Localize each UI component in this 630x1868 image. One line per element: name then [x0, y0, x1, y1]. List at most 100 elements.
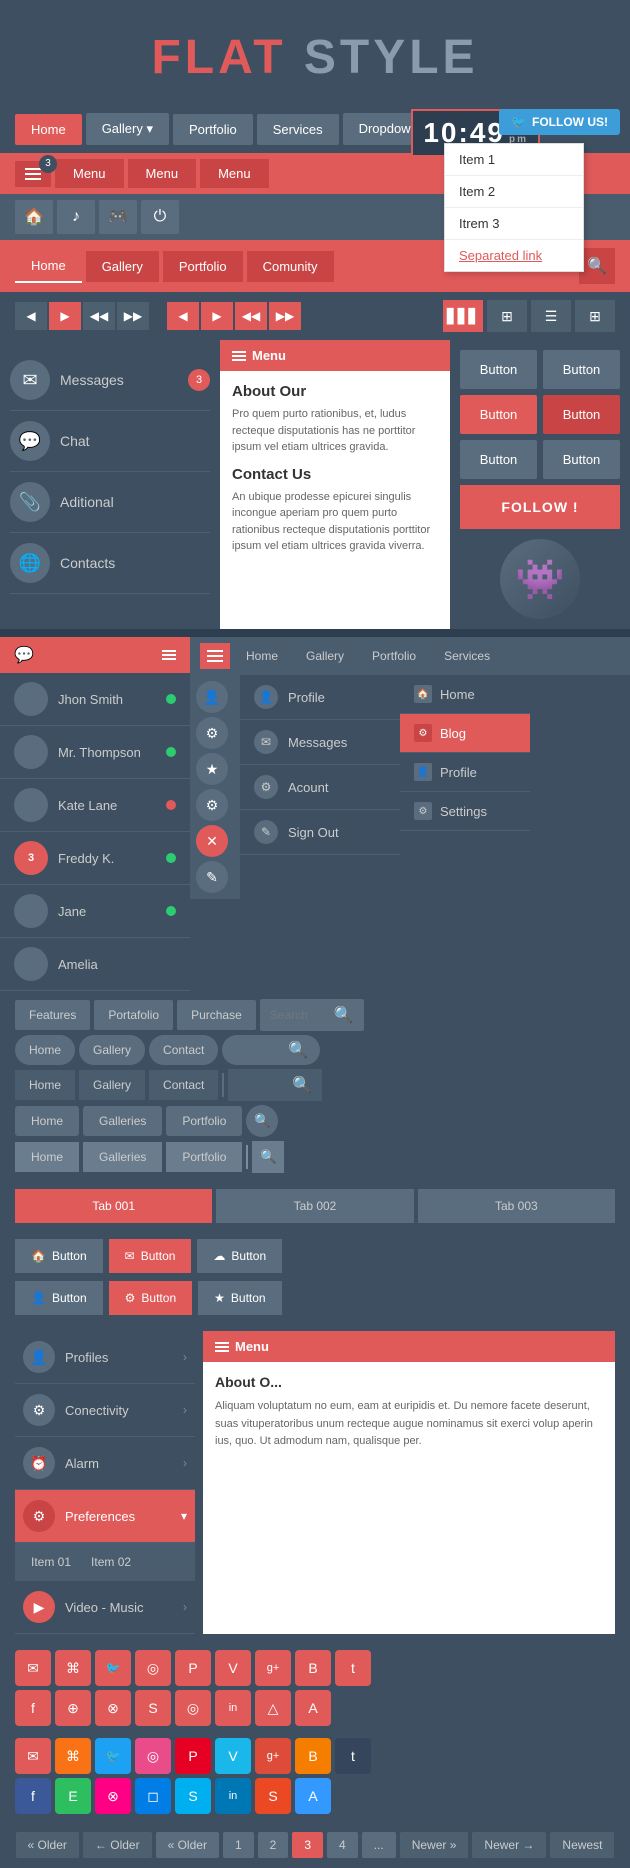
page-2[interactable]: 2 — [258, 1832, 289, 1858]
dropdown-item1[interactable]: Item 1 — [445, 144, 583, 176]
prev2-btn[interactable]: ◀ — [167, 302, 199, 330]
social-dribbble-1[interactable]: ◎ — [135, 1650, 171, 1686]
social-c-rss[interactable]: ⌘ — [55, 1738, 91, 1774]
chat-item-6[interactable]: Amelia — [0, 938, 190, 991]
nav4-home-btn[interactable]: Home — [15, 250, 82, 283]
side-menu-profile[interactable]: 👤 Profile — [400, 753, 530, 792]
side-menu-blog[interactable]: ⚙ Blog — [400, 714, 530, 753]
home-btn-r4[interactable]: Home — [15, 1106, 79, 1136]
social-linkedin-1[interactable]: in — [215, 1690, 251, 1726]
social-dropbox-1[interactable]: S — [135, 1690, 171, 1726]
dropdown-item3[interactable]: Itrem 3 — [445, 208, 583, 240]
icon-btn-settings-5[interactable]: ⚙ Button — [109, 1281, 192, 1315]
music-icon-btn[interactable]: ♪ — [57, 200, 95, 234]
chat-item-5[interactable]: Jane — [0, 885, 190, 938]
nav-services-btn[interactable]: Services — [257, 114, 339, 145]
tab-001[interactable]: Tab 001 — [15, 1189, 212, 1223]
page-newest[interactable]: Newest — [550, 1832, 614, 1858]
settings-alarm[interactable]: ⏰ Alarm › — [15, 1437, 195, 1490]
icon-btn-star-6[interactable]: ★ Button — [198, 1281, 281, 1315]
social-c-gplus[interactable]: g+ — [255, 1738, 291, 1774]
social-c-delicious[interactable]: A — [295, 1778, 331, 1814]
grid-view-btn[interactable]: ⊞ — [487, 300, 527, 332]
galleries-btn-r4[interactable]: Galleries — [83, 1106, 162, 1136]
button-6[interactable]: Button — [543, 440, 620, 479]
social-del-1[interactable]: A — [295, 1690, 331, 1726]
social-blogger-1[interactable]: B — [295, 1650, 331, 1686]
gallery-btn-r2[interactable]: Gallery — [79, 1035, 145, 1065]
nav-portfolio-btn[interactable]: Portfolio — [173, 114, 253, 145]
search-input-3[interactable] — [238, 1078, 288, 1092]
tab-003[interactable]: Tab 003 — [418, 1189, 615, 1223]
nav-gallery-btn2[interactable]: Gallery — [294, 643, 356, 669]
chat-item-4[interactable]: 3 Freddy K. — [0, 832, 190, 885]
home-btn-r2[interactable]: Home — [15, 1035, 75, 1065]
social-email-1[interactable]: ✉ — [15, 1650, 51, 1686]
tab-002[interactable]: Tab 002 — [216, 1189, 413, 1223]
page-newer1[interactable]: Newer » — [400, 1832, 469, 1858]
button-5[interactable]: Button — [460, 440, 537, 479]
social-f-1[interactable]: f — [15, 1690, 51, 1726]
nav-home-btn[interactable]: Home — [15, 114, 82, 145]
chat-item-1[interactable]: Jhon Smith — [0, 673, 190, 726]
account-item[interactable]: ⚙ Acount — [240, 765, 400, 810]
dropdown-separated[interactable]: Separated link — [445, 240, 583, 271]
nav4-community-btn[interactable]: Comunity — [247, 251, 334, 282]
contact-btn-r2[interactable]: Contact — [149, 1035, 218, 1065]
follow-button[interactable]: FOLLOW ! — [460, 485, 620, 529]
social-c-facebook[interactable]: f — [15, 1778, 51, 1814]
button-1[interactable]: Button — [460, 350, 537, 389]
icon-btn-mail-2[interactable]: ✉ Button — [109, 1239, 192, 1273]
profile-item[interactable]: 👤 Profile — [240, 675, 400, 720]
chat-item-3[interactable]: Kate Lane — [0, 779, 190, 832]
twitter-widget[interactable]: 🐦 FOLLOW US! — [499, 109, 620, 135]
social-flickr-1[interactable]: ⊗ — [95, 1690, 131, 1726]
prev-btn[interactable]: ◀ — [15, 302, 47, 330]
portfolio-btn-r5[interactable]: Portfolio — [166, 1142, 242, 1172]
chat-item-2[interactable]: Mr. Thompson — [0, 726, 190, 779]
social-evernote-1[interactable]: ⊕ — [55, 1690, 91, 1726]
side-menu-home[interactable]: 🏠 Home — [400, 675, 530, 714]
home-icon-btn[interactable]: 🏠 — [15, 200, 53, 234]
skip-next-btn[interactable]: ▶▶ — [117, 302, 149, 330]
social-c-tumblr[interactable]: t — [335, 1738, 371, 1774]
social-c-email[interactable]: ✉ — [15, 1738, 51, 1774]
social-tumblr-1[interactable]: t — [335, 1650, 371, 1686]
tile-view-btn[interactable]: ⊞ — [575, 300, 615, 332]
home-btn-r5[interactable]: Home — [15, 1142, 79, 1172]
social-su-1[interactable]: △ — [255, 1690, 291, 1726]
button-4[interactable]: Button — [543, 395, 620, 434]
social-c-blogger[interactable]: B — [295, 1738, 331, 1774]
social-c-flickr[interactable]: ⊗ — [95, 1778, 131, 1814]
page-1[interactable]: 1 — [223, 1832, 254, 1858]
page-older2[interactable]: ← Older — [83, 1832, 152, 1858]
skip-prev2-btn[interactable]: ◀◀ — [235, 302, 267, 330]
portfolio-btn-r4[interactable]: Portfolio — [166, 1106, 242, 1136]
button-2[interactable]: Button — [543, 350, 620, 389]
contact-btn-r3[interactable]: Contact — [149, 1070, 218, 1100]
social-c-dribbble[interactable]: ◎ — [135, 1738, 171, 1774]
social-c-vimeo[interactable]: V — [215, 1738, 251, 1774]
nav4-gallery-btn[interactable]: Gallery — [86, 251, 159, 282]
social-pinterest-1[interactable]: P — [175, 1650, 211, 1686]
nav-portfolio-btn2[interactable]: Portfolio — [360, 643, 428, 669]
purchase-btn[interactable]: Purchase — [177, 1000, 256, 1030]
social-skype-1[interactable]: ◎ — [175, 1690, 211, 1726]
settings-preferences[interactable]: ⚙ Preferences ▾ — [15, 1490, 195, 1543]
nav-home-btn2[interactable]: Home — [234, 643, 290, 669]
social-twitter-1[interactable]: 🐦 — [95, 1650, 131, 1686]
settings-connectivity[interactable]: ⚙ Conectivity › — [15, 1384, 195, 1437]
menu-btn-3[interactable]: Menu — [200, 159, 269, 188]
search-btn-r5[interactable]: 🔍 — [252, 1141, 284, 1173]
power-icon-btn[interactable]: ⏻ — [141, 200, 179, 234]
page-3[interactable]: 3 — [292, 1832, 323, 1858]
skip-prev-btn[interactable]: ◀◀ — [83, 302, 115, 330]
social-vimeo-1[interactable]: V — [215, 1650, 251, 1686]
pref-item02[interactable]: Item 02 — [91, 1555, 131, 1569]
side-menu-settings[interactable]: ⚙ Settings — [400, 792, 530, 831]
social-c-dropbox[interactable]: ◻ — [135, 1778, 171, 1814]
gallery-btn-r3[interactable]: Gallery — [79, 1070, 145, 1100]
search-input-2[interactable] — [234, 1043, 284, 1057]
page-older1[interactable]: « Older — [16, 1832, 79, 1858]
nav4-portfolio-btn[interactable]: Portfolio — [163, 251, 243, 282]
